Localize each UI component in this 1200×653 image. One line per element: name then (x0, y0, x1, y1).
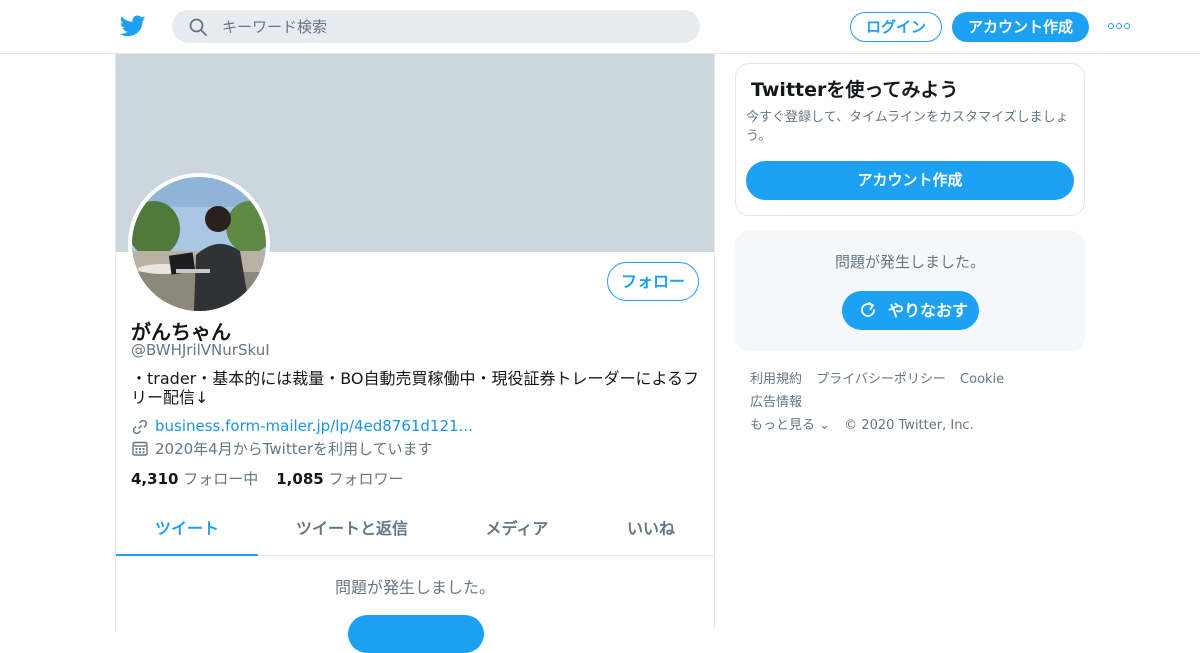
tab-tweets-and-replies[interactable]: ツイートと返信 (258, 506, 446, 556)
signup-card-button[interactable]: アカウント作成 (746, 161, 1074, 200)
calendar-icon (132, 441, 148, 456)
footer-link-privacy[interactable]: プライバシーポリシー (816, 372, 946, 387)
signup-card-subtitle: 今すぐ登録して、タイムラインをカスタマイズしましょう。 (746, 110, 1069, 144)
search-box[interactable] (172, 10, 700, 43)
twitter-bird-icon[interactable] (120, 13, 146, 39)
refresh-icon (861, 302, 875, 317)
profile-column: フォロー がんちゃん @BWHJrilVNurSkuI ・trader・基本的に… (115, 54, 715, 653)
profile-counts: 4,310 フォロー中 1,085 フォロワー (131, 468, 404, 489)
follow-button[interactable]: フォロー (607, 262, 699, 301)
top-navigation-bar: ログイン アカウント作成 (0, 0, 1200, 54)
following-label: フォロー中 (183, 470, 259, 488)
link-icon (132, 419, 148, 435)
signup-button[interactable]: アカウント作成 (952, 12, 1089, 42)
sidebar-error-card: 問題が発生しました。 やりなおす (735, 231, 1085, 351)
footer-links: 利用規約 プライバシーポリシー Cookie 広告情報 もっと見る ⌄ © 20… (750, 368, 1080, 437)
profile-bio: ・trader・基本的には裁量・BO自動売買稼働中・現役証券トレーダーによるフリ… (131, 369, 700, 407)
footer-link-cookie[interactable]: Cookie (960, 372, 1004, 387)
timeline-retry-button[interactable] (348, 615, 484, 653)
profile-joined-date: 2020年4月からTwitterを利用しています (155, 440, 433, 458)
footer-link-ads[interactable]: 広告情報 (750, 395, 802, 410)
search-input[interactable] (222, 10, 682, 43)
following-link[interactable]: 4,310 フォロー中 (131, 470, 258, 488)
followers-link[interactable]: 1,085 フォロワー (276, 470, 403, 488)
followers-label: フォロワー (328, 470, 404, 488)
footer-copyright: © 2020 Twitter, Inc. (844, 418, 974, 433)
profile-handle: @BWHJrilVNurSkuI (131, 341, 270, 359)
tab-likes[interactable]: いいね (588, 506, 714, 556)
avatar-photo (132, 177, 266, 311)
sidebar-error-text: 問題が発生しました。 (834, 253, 985, 271)
more-dots-icon[interactable] (1108, 22, 1130, 32)
profile-tabs: ツイート ツイートと返信 メディア いいね (116, 506, 714, 556)
footer-link-terms[interactable]: 利用規約 (750, 372, 802, 387)
timeline-error-text: 問題が発生しました。 (334, 578, 495, 597)
followers-count: 1,085 (276, 470, 324, 488)
login-button[interactable]: ログイン (850, 12, 942, 42)
signup-card-title: Twitterを使ってみよう (751, 79, 959, 101)
search-icon (189, 18, 207, 36)
avatar[interactable] (128, 173, 270, 315)
following-count: 4,310 (131, 470, 179, 488)
sidebar-retry-label: やりなおす (888, 301, 969, 320)
footer-more-link[interactable]: もっと見る ⌄ (750, 418, 830, 433)
profile-website-link[interactable]: business.form-mailer.jp/lp/4ed8761d121..… (155, 417, 473, 435)
signup-card: Twitterを使ってみよう 今すぐ登録して、タイムラインをカスタマイズしましょ… (735, 63, 1085, 216)
tab-tweets[interactable]: ツイート (116, 506, 258, 556)
tab-media[interactable]: メディア (446, 506, 588, 556)
sidebar-retry-button[interactable]: やりなおす (842, 291, 979, 330)
